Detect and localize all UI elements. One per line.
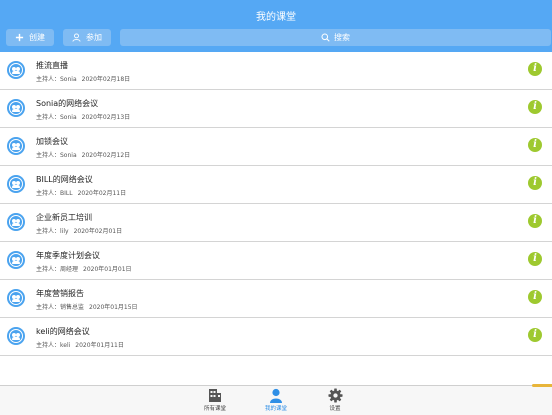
meeting-meta: 主持人：lily 2020年02月01日 bbox=[36, 226, 122, 235]
meeting-meta: 主持人：Sonia 2020年02月18日 bbox=[36, 74, 130, 83]
meeting-name: keli的网络会议 bbox=[36, 327, 90, 336]
info-icon[interactable]: i bbox=[528, 252, 542, 266]
page-title: 我的课堂 bbox=[256, 12, 296, 23]
info-icon[interactable]: i bbox=[528, 214, 542, 228]
meeting-date: 2020年02月01日 bbox=[73, 228, 123, 235]
user-avatar-icon bbox=[7, 175, 25, 193]
meeting-host: 主持人：销售总监 bbox=[36, 304, 85, 311]
meeting-host: 主持人：lily bbox=[36, 228, 69, 235]
meeting-meta: 主持人：周经理 2020年01月01日 bbox=[36, 264, 132, 273]
building-icon bbox=[209, 389, 221, 402]
meeting-name: BILL的网络会议 bbox=[36, 175, 93, 184]
user-avatar-icon bbox=[7, 61, 25, 79]
create-button[interactable]: 创建 bbox=[6, 29, 54, 46]
gear-icon bbox=[327, 388, 343, 403]
user-avatar-icon bbox=[7, 251, 25, 269]
user-avatar-icon bbox=[7, 289, 25, 307]
tab-settings[interactable]: 设置 bbox=[310, 388, 360, 414]
meeting-date: 2020年02月18日 bbox=[81, 76, 131, 83]
meeting-meta: 主持人：Sonia 2020年02月12日 bbox=[36, 150, 130, 159]
meeting-name: Sonia的网络会议 bbox=[36, 99, 99, 108]
meeting-meta: 主持人：Sonia 2020年02月13日 bbox=[36, 112, 130, 121]
create-label: 创建 bbox=[29, 33, 45, 42]
meeting-name: 年度季度计划会议 bbox=[36, 251, 100, 260]
list-item[interactable]: 年度季度计划会议 主持人：周经理 2020年01月01日 i bbox=[0, 242, 552, 280]
meeting-host: 主持人：Sonia bbox=[36, 114, 77, 121]
tab-bar: 所有课堂 我的课堂 设置 bbox=[0, 385, 552, 415]
user-avatar-icon bbox=[7, 213, 25, 231]
meeting-date: 2020年02月13日 bbox=[81, 114, 131, 121]
search-placeholder: 搜索 bbox=[334, 33, 350, 42]
list-item[interactable]: 加锁会议 主持人：Sonia 2020年02月12日 i bbox=[0, 128, 552, 166]
header-bar: 我的课堂 创建 参加 搜索 bbox=[0, 0, 552, 52]
meeting-name: 推流直播 bbox=[36, 61, 68, 70]
list-item[interactable]: 企业新员工培训 主持人：lily 2020年02月01日 i bbox=[0, 204, 552, 242]
meeting-host: 主持人：Sonia bbox=[36, 76, 77, 83]
list-item[interactable]: 年度营销报告 主持人：销售总监 2020年01月15日 i bbox=[0, 280, 552, 318]
user-avatar-icon bbox=[7, 327, 25, 345]
meeting-host: 主持人：周经理 bbox=[36, 266, 79, 273]
meeting-meta: 主持人：BILL 2020年02月11日 bbox=[36, 188, 126, 197]
user-avatar-icon bbox=[7, 99, 25, 117]
join-label: 参加 bbox=[86, 33, 102, 42]
info-icon[interactable]: i bbox=[528, 176, 542, 190]
person-icon bbox=[270, 388, 282, 403]
tab-settings-label: 设置 bbox=[329, 406, 341, 412]
search-icon bbox=[321, 33, 330, 42]
tab-my-classes[interactable]: 我的课堂 bbox=[251, 388, 301, 414]
user-avatar-icon bbox=[7, 137, 25, 155]
meeting-host: 主持人：keli bbox=[36, 342, 71, 349]
tab-all-label: 所有课堂 bbox=[203, 406, 226, 412]
meeting-date: 2020年01月11日 bbox=[75, 342, 124, 349]
info-icon[interactable]: i bbox=[528, 290, 542, 304]
search-input[interactable]: 搜索 bbox=[120, 29, 551, 46]
info-icon[interactable]: i bbox=[528, 62, 542, 76]
info-icon[interactable]: i bbox=[528, 100, 542, 114]
meeting-name: 年度营销报告 bbox=[36, 289, 84, 298]
list-item[interactable]: BILL的网络会议 主持人：BILL 2020年02月11日 i bbox=[0, 166, 552, 204]
join-button[interactable]: 参加 bbox=[63, 29, 111, 46]
meeting-date: 2020年02月12日 bbox=[81, 152, 131, 159]
meeting-list: 推流直播 主持人：Sonia 2020年02月18日 i Sonia的网络会议 主… bbox=[0, 52, 552, 356]
meeting-meta: 主持人：keli 2020年01月11日 bbox=[36, 340, 124, 349]
meeting-date: 2020年01月01日 bbox=[83, 266, 132, 273]
meeting-date: 2020年02月11日 bbox=[77, 190, 127, 197]
tab-mine-label: 我的课堂 bbox=[264, 406, 287, 412]
list-item[interactable]: keli的网络会议 主持人：keli 2020年01月11日 i bbox=[0, 318, 552, 356]
tab-all-classes[interactable]: 所有课堂 bbox=[190, 388, 240, 414]
plus-icon bbox=[15, 33, 24, 42]
info-icon[interactable]: i bbox=[528, 138, 542, 152]
person-icon bbox=[72, 33, 81, 42]
meeting-name: 企业新员工培训 bbox=[36, 213, 92, 222]
meeting-host: 主持人：BILL bbox=[36, 190, 73, 197]
meeting-host: 主持人：Sonia bbox=[36, 152, 77, 159]
scroll-indicator bbox=[532, 384, 552, 387]
list-item[interactable]: Sonia的网络会议 主持人：Sonia 2020年02月13日 i bbox=[0, 90, 552, 128]
meeting-name: 加锁会议 bbox=[36, 137, 68, 146]
info-icon[interactable]: i bbox=[528, 328, 542, 342]
meeting-date: 2020年01月15日 bbox=[89, 304, 138, 311]
list-item[interactable]: 推流直播 主持人：Sonia 2020年02月18日 i bbox=[0, 52, 552, 90]
meeting-meta: 主持人：销售总监 2020年01月15日 bbox=[36, 302, 138, 311]
